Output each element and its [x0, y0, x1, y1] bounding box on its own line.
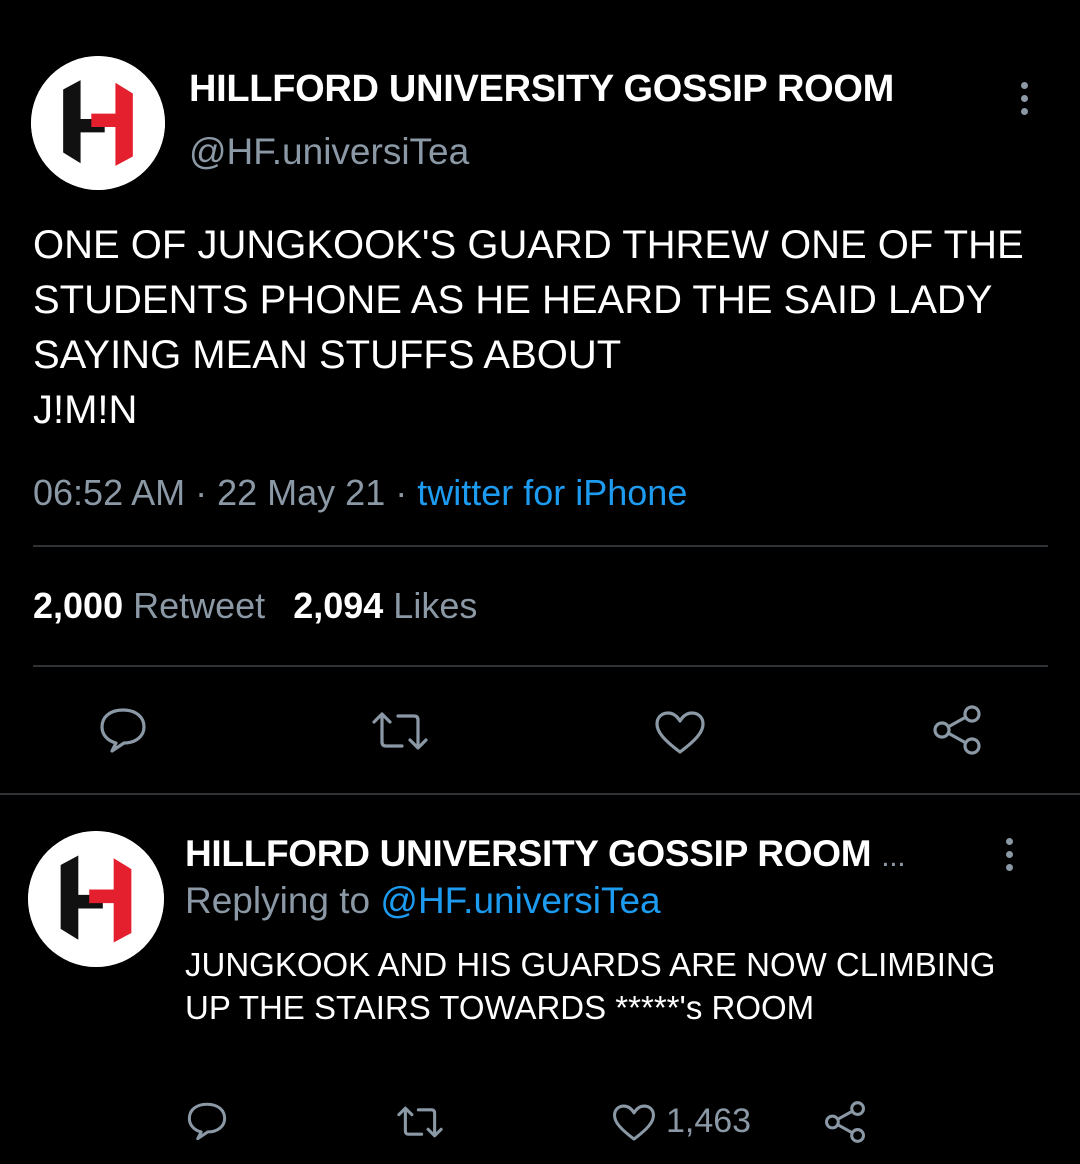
- tweet-date: 22 May 21: [217, 472, 386, 513]
- author-name[interactable]: HILLFORD UNIVERSITY GOSSIP ROOM: [189, 68, 894, 111]
- more-options-icon[interactable]: [1016, 82, 1032, 115]
- main-tweet: HILLFORD UNIVERSITY GOSSIP ROOM @HF.univ…: [0, 0, 1080, 795]
- retweet-label[interactable]: Retweet: [133, 585, 265, 626]
- share-icon[interactable]: [930, 705, 984, 755]
- meta-separator: ·: [385, 472, 418, 513]
- name-ellipsis: ...: [881, 840, 906, 873]
- tweet-text: JUNGKOOK AND HIS GUARDS ARE NOW CLIMBING…: [185, 946, 996, 1026]
- avatar[interactable]: [28, 831, 164, 967]
- author-handle[interactable]: @HF.universiTea: [189, 131, 469, 173]
- likes-label[interactable]: Likes: [393, 585, 477, 626]
- hillford-logo-icon: [31, 56, 165, 190]
- divider: [33, 665, 1048, 667]
- retweet-icon[interactable]: [394, 1104, 446, 1140]
- meta-separator: ·: [185, 472, 218, 513]
- divider: [33, 545, 1048, 547]
- reply-icon[interactable]: [98, 706, 148, 754]
- tweet-text: ONE OF JUNGKOOK'S GUARD THREW ONE OF THE…: [33, 223, 1024, 432]
- retweet-icon[interactable]: [368, 710, 432, 752]
- author-name[interactable]: HILLFORD UNIVERSITY GOSSIP ROOM ...: [185, 833, 906, 875]
- like-count[interactable]: 1,463: [666, 1102, 751, 1141]
- retweet-count[interactable]: 2,000: [33, 585, 123, 626]
- like-count[interactable]: 2,094: [293, 585, 383, 626]
- tweet-meta: 06:52 AM · 22 May 21 · twitter for iPhon…: [33, 472, 687, 514]
- tweet-stats: 2,000 Retweet 2,094 Likes: [33, 585, 477, 627]
- replying-to: Replying to @HF.universiTea: [185, 880, 661, 922]
- replying-prefix: Replying to: [185, 880, 381, 921]
- author-name-text: HILLFORD UNIVERSITY GOSSIP ROOM: [185, 833, 872, 874]
- section-divider: [0, 793, 1080, 795]
- avatar[interactable]: [31, 56, 165, 190]
- share-icon[interactable]: [822, 1101, 868, 1143]
- hillford-logo-icon: [28, 831, 164, 967]
- tweet-time: 06:52 AM: [33, 472, 186, 513]
- tweet-source-link[interactable]: twitter for iPhone: [417, 472, 687, 513]
- replying-handle-link[interactable]: @HF.universiTea: [380, 880, 660, 921]
- like-icon[interactable]: [654, 710, 706, 756]
- more-options-icon[interactable]: [1001, 838, 1017, 871]
- reply-icon[interactable]: [186, 1100, 228, 1142]
- like-icon[interactable]: [612, 1103, 656, 1143]
